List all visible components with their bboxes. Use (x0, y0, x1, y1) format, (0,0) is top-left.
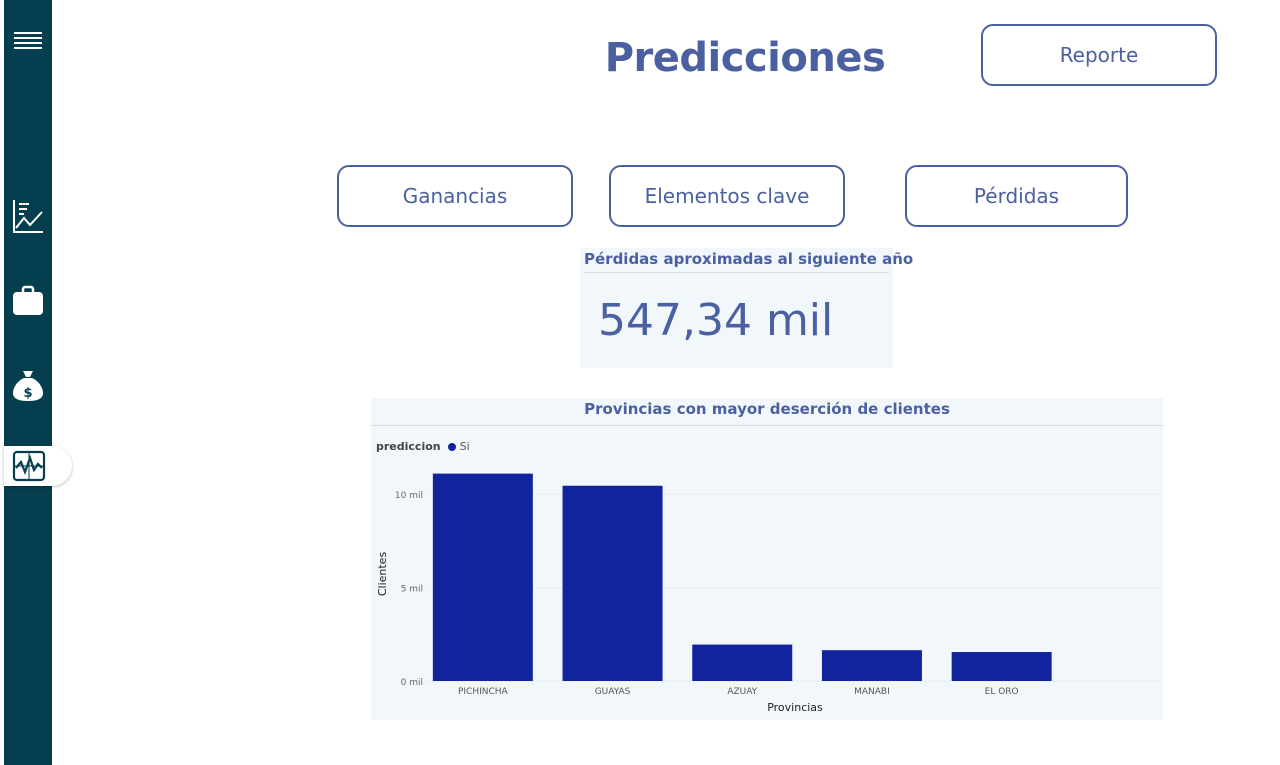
money-bag-icon[interactable]: $ (4, 365, 52, 405)
page: $ Predicciones Reporte Ganancias Element… (0, 0, 1280, 765)
line-chart-icon[interactable] (4, 196, 52, 236)
x-tick-label: EL ORO (985, 687, 1019, 697)
ganancias-button[interactable]: Ganancias (337, 165, 573, 227)
x-tick-label: AZUAY (727, 687, 757, 697)
kpi-title: Pérdidas aproximadas al siguiente año (584, 248, 913, 273)
y-tick-label: 0 mil (401, 678, 423, 688)
chart-card[interactable]: Provincias con mayor deserción de client… (371, 398, 1163, 720)
x-tick-label: MANABI (854, 687, 890, 697)
x-axis-title: Provincias (767, 701, 823, 714)
elementos-clave-button[interactable]: Elementos clave (609, 165, 845, 227)
svg-text:$: $ (23, 386, 32, 401)
bar-azuay[interactable] (692, 644, 793, 681)
bar-el-oro[interactable] (951, 652, 1052, 681)
perdidas-button[interactable]: Pérdidas (905, 165, 1128, 227)
report-button[interactable]: Reporte (981, 24, 1217, 86)
hamburger-menu-icon[interactable] (4, 20, 52, 60)
activity-chart-icon[interactable] (4, 446, 72, 486)
kpi-value: 547,34 mil (598, 295, 834, 346)
briefcase-icon[interactable] (4, 281, 52, 321)
kpi-card: Pérdidas aproximadas al siguiente año 54… (580, 248, 913, 368)
bar-manabi[interactable] (821, 650, 922, 681)
x-tick-label: GUAYAS (595, 687, 631, 697)
y-tick-label: 5 mil (401, 585, 423, 595)
bar-pichincha[interactable] (432, 473, 533, 681)
x-tick-label: PICHINCHA (458, 687, 509, 697)
page-title: Predicciones (604, 35, 886, 81)
bar-guayas[interactable] (562, 485, 663, 681)
sidebar: $ (4, 0, 52, 765)
y-axis-title: Clientes (376, 552, 389, 597)
bar-chart: 0 mil 5 mil 10 mil PICHINCHA GUAYAS AZUAY MANA… (376, 473, 1161, 714)
y-tick-label: 10 mil (395, 491, 423, 501)
